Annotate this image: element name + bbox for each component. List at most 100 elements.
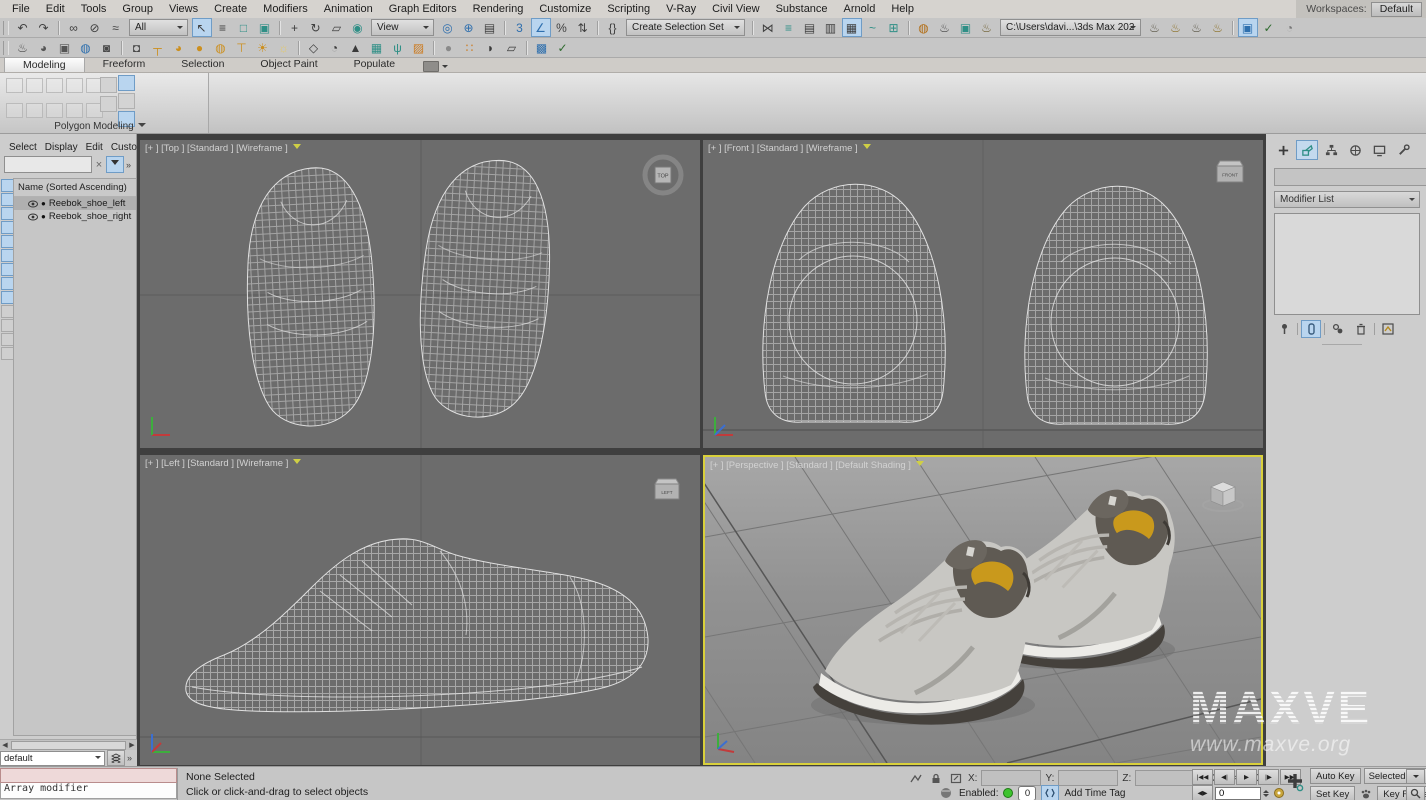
nav-flyout-button[interactable]: [1406, 769, 1425, 784]
select-by-name-icon[interactable]: ≡: [213, 18, 233, 37]
menu-item[interactable]: Graph Editors: [381, 3, 465, 15]
vray-plane-icon[interactable]: ▲: [346, 38, 366, 57]
create-tab[interactable]: [1272, 140, 1294, 160]
unlink-selection-icon[interactable]: ⊘: [85, 18, 105, 37]
undo-view-change-icon[interactable]: ◔: [1280, 18, 1300, 37]
view-gizmo-top[interactable]: TOP: [640, 152, 686, 201]
menu-item[interactable]: Rendering: [465, 3, 532, 15]
add-create-key-button[interactable]: [1283, 768, 1307, 796]
angle-snap-toggle-icon[interactable]: ∠: [531, 18, 551, 37]
scene-object-row[interactable]: ● Reebok_shoe_left: [14, 197, 136, 210]
vray-render-icon[interactable]: ♨: [13, 38, 33, 57]
material-ball-icon[interactable]: ●: [439, 38, 459, 57]
percent-snap-toggle-icon[interactable]: %: [552, 18, 572, 37]
vray-proxy-icon[interactable]: ◇: [304, 38, 324, 57]
window-crossing-icon[interactable]: ▣: [255, 18, 275, 37]
sun-light-icon[interactable]: ☀: [253, 38, 273, 57]
polygon-mode-button[interactable]: [66, 78, 83, 93]
make-unique-button[interactable]: [1328, 320, 1348, 338]
select-and-manipulate-icon[interactable]: ⊕: [459, 18, 479, 37]
menu-item[interactable]: Animation: [316, 3, 381, 15]
select-and-scale-icon[interactable]: ▱: [327, 18, 347, 37]
maxscript-mini-listener[interactable]: Array modifier: [0, 768, 178, 800]
ribbon-tab[interactable]: Object Paint: [242, 57, 335, 72]
viewport-top[interactable]: [+ ] [Top ] [Standard ] [Wireframe ] TOP: [140, 140, 700, 448]
spinner-down-icon[interactable]: [1263, 794, 1269, 800]
menu-item[interactable]: Modifiers: [255, 3, 316, 15]
scroll-right-icon[interactable]: ▶: [127, 741, 137, 749]
bitmap-tool-icon[interactable]: ▩: [532, 38, 552, 57]
menu-item[interactable]: Group: [114, 3, 161, 15]
scrollbar-thumb[interactable]: [11, 741, 126, 750]
modifier-stack[interactable]: [1274, 213, 1420, 315]
ies-light-icon[interactable]: ⊤: [232, 38, 252, 57]
menu-item[interactable]: Civil View: [704, 3, 767, 15]
ribbon-tab[interactable]: Selection: [163, 57, 242, 72]
set-key-button[interactable]: Set Key: [1310, 786, 1355, 800]
collapse-stack-button[interactable]: [46, 103, 63, 118]
toggle-command-panel-button[interactable]: [118, 75, 135, 91]
visibility-eye-icon[interactable]: [28, 200, 38, 208]
select-object-icon[interactable]: ↖: [192, 18, 212, 37]
workspace-selector[interactable]: Default: [1371, 2, 1422, 17]
current-frame-field[interactable]: [1215, 787, 1261, 800]
menu-item[interactable]: Create: [206, 3, 255, 15]
explorer-menu-item[interactable]: Select: [6, 142, 40, 153]
viewport-label[interactable]: [+ ] [Perspective ] [Standard ] [Default…: [710, 460, 924, 471]
use-pivot-point-center-icon[interactable]: ◎: [438, 18, 458, 37]
bind-to-space-warp-icon[interactable]: ≈: [106, 18, 126, 37]
pin-stack-button[interactable]: [1274, 320, 1294, 338]
multimatte-icon[interactable]: ∷: [460, 38, 480, 57]
menu-item[interactable]: Views: [161, 3, 206, 15]
save-scene-increment-icon[interactable]: ▣: [1238, 18, 1258, 37]
vray-lightbulb-icon[interactable]: ◍: [76, 38, 96, 57]
rendered-frame-window-icon[interactable]: ▣: [956, 18, 976, 37]
select-and-move-icon[interactable]: +: [285, 18, 305, 37]
vray-clipper-icon[interactable]: ▦: [367, 38, 387, 57]
view-gizmo-front[interactable]: FRONT: [1213, 158, 1247, 191]
animation-layers-button[interactable]: [107, 750, 125, 766]
object-name-field[interactable]: [1274, 168, 1426, 186]
display-tab[interactable]: [1368, 140, 1390, 160]
utilities-tab[interactable]: [1392, 140, 1414, 160]
render-flyout-folder-icon[interactable]: ♨: [1166, 18, 1186, 37]
viewport-left[interactable]: [+ ] [Left ] [Standard ] [Wireframe ] LE…: [140, 455, 700, 765]
ribbon-config-dropdown[interactable]: [423, 61, 448, 72]
preview-subobject-button[interactable]: [6, 103, 23, 118]
pin-stack-button[interactable]: [66, 103, 83, 118]
snaps-toggle-3d-icon[interactable]: 3: [510, 18, 530, 37]
vray-fur-icon[interactable]: ψ: [388, 38, 408, 57]
visibility-eye-icon[interactable]: [28, 213, 38, 221]
y-coordinate-field[interactable]: [1058, 770, 1118, 786]
selection-lock-toggle[interactable]: [928, 771, 944, 785]
undo-icon[interactable]: ↶: [13, 18, 33, 37]
material-editor-icon[interactable]: ◍: [914, 18, 934, 37]
modifier-list-dropdown[interactable]: Modifier List: [1274, 191, 1420, 208]
menu-item[interactable]: Edit: [38, 3, 73, 15]
select-and-place-icon[interactable]: ◉: [348, 18, 368, 37]
modify-tab[interactable]: [1296, 140, 1318, 160]
show-end-result-button[interactable]: [1301, 320, 1321, 338]
scroll-left-icon[interactable]: ◀: [0, 741, 10, 749]
edge-mode-button[interactable]: [26, 78, 43, 93]
vray-check-icon[interactable]: ✓: [553, 38, 573, 57]
vray-message-icon[interactable]: ◗: [481, 38, 501, 57]
rectangular-selection-region-icon[interactable]: □: [234, 18, 254, 37]
maxscript-toggle-button[interactable]: [1041, 785, 1059, 800]
render-flyout-node-icon[interactable]: ♨: [1187, 18, 1207, 37]
z-coordinate-field[interactable]: [1135, 770, 1195, 786]
edit-named-selection-sets-icon[interactable]: {}: [603, 18, 623, 37]
ribbon-tab[interactable]: Populate: [336, 57, 413, 72]
keyboard-shortcut-override-icon[interactable]: ▤: [480, 18, 500, 37]
render-flyout-gear-icon[interactable]: ♨: [1145, 18, 1165, 37]
curve-editor-icon[interactable]: ~: [863, 18, 883, 37]
explorer-preset-dropdown[interactable]: default: [0, 751, 105, 766]
select-and-link-icon[interactable]: ∞: [64, 18, 84, 37]
x-coordinate-field[interactable]: [981, 770, 1041, 786]
next-modifier-button[interactable]: [100, 77, 117, 93]
redo-icon[interactable]: ↷: [34, 18, 54, 37]
previous-frame-button[interactable]: ◀|: [1214, 769, 1235, 785]
reference-coordinate-system-dropdown[interactable]: View: [371, 19, 434, 36]
motion-tab[interactable]: [1344, 140, 1366, 160]
align-icon[interactable]: ≡: [779, 18, 799, 37]
